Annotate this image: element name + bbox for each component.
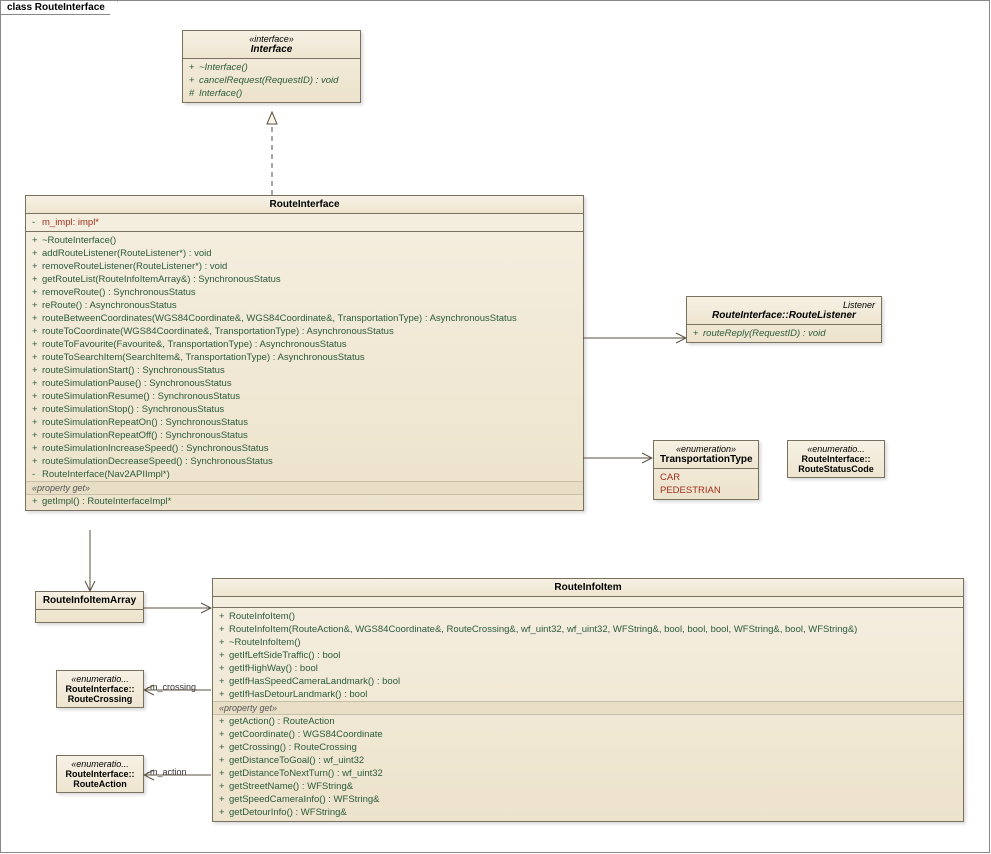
class-interface: «interface» Interface +~Interface() +can… [182,30,361,103]
ops-section: +routeReply(RequestID) : void [687,325,881,342]
class-title: «enumeratio... RouteInterface:: RouteAct… [57,756,143,792]
class-title: Listener RouteInterface::RouteListener [687,297,881,325]
frame-title: class RouteInterface [1,1,118,15]
class-route-info-item: RouteInfoItem +RouteInfoItem() +RouteInf… [212,578,964,822]
ops-section: +~Interface() +cancelRequest(RequestID) … [183,59,360,102]
ops-section: +RouteInfoItem() +RouteInfoItem(RouteAct… [213,608,963,821]
class-transportation-type: «enumeration» TransportationType CAR PED… [653,440,759,500]
class-route-info-item-array: RouteInfoItemArray [35,591,144,623]
class-route-interface: RouteInterface -m_impl: impl* +~RouteInt… [25,195,584,511]
class-route-action: «enumeratio... RouteInterface:: RouteAct… [56,755,144,793]
class-title: «enumeratio... RouteInterface:: RouteCro… [57,671,143,707]
class-title: «enumeration» TransportationType [654,441,758,469]
class-route-listener: Listener RouteInterface::RouteListener +… [686,296,882,343]
class-title: «interface» Interface [183,31,360,59]
literals-section: CAR PEDESTRIAN [654,469,758,499]
uml-diagram: class RouteInterface «interface» Interfa… [0,0,991,854]
class-title: RouteInfoItemArray [36,592,143,610]
attrs-section: -m_impl: impl* [26,214,583,232]
class-route-status-code: «enumeratio... RouteInterface:: RouteSta… [787,440,885,478]
class-title: RouteInterface [26,196,583,214]
class-route-crossing: «enumeratio... RouteInterface:: RouteCro… [56,670,144,708]
class-title: RouteInfoItem [213,579,963,597]
ops-section: +~RouteInterface() +addRouteListener(Rou… [26,232,583,510]
assoc-label-m-crossing: -m_crossing [147,682,196,692]
assoc-label-m-action: -m_action [147,767,187,777]
class-title: «enumeratio... RouteInterface:: RouteSta… [788,441,884,477]
